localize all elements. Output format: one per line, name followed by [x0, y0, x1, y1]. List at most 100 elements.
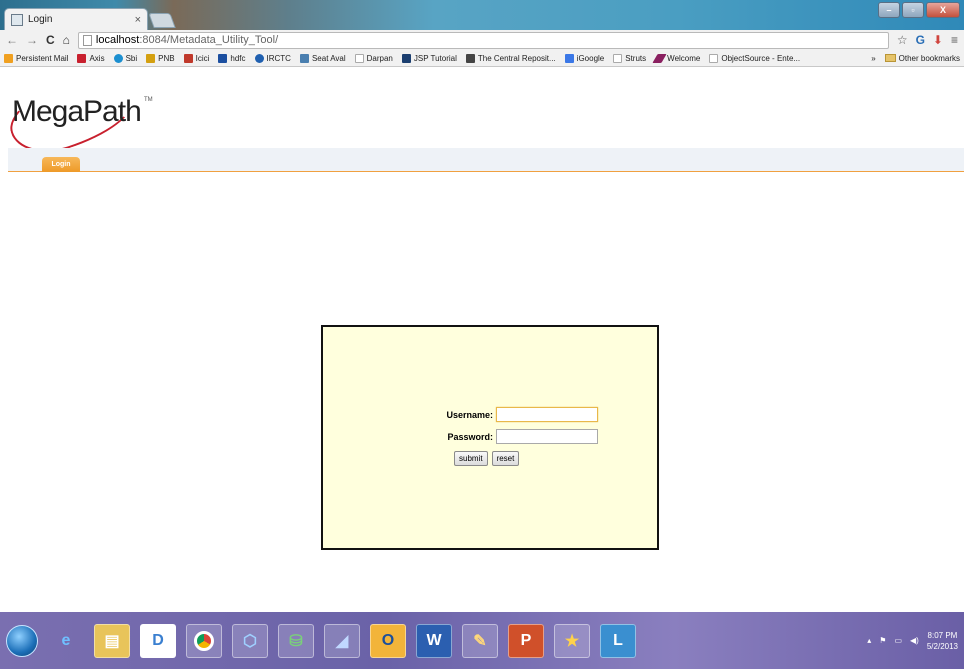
- bookmark-icon: [113, 53, 123, 63]
- bookmark-label: Persistent Mail: [16, 53, 69, 63]
- clock[interactable]: 8:07 PM 5/2/2013: [927, 630, 958, 652]
- minimize-button[interactable]: –: [878, 2, 900, 18]
- action-center-flag-icon[interactable]: ⚑: [879, 636, 886, 645]
- tray-expand-icon[interactable]: ▴: [867, 636, 871, 645]
- bookmark-icon: [183, 53, 193, 63]
- volume-icon[interactable]: ◀): [910, 636, 919, 645]
- bookmark-icon: [354, 53, 364, 63]
- tab-login[interactable]: Login: [42, 157, 80, 172]
- bookmark-item[interactable]: Sbi: [113, 53, 138, 63]
- bookmarks-overflow-chevron[interactable]: »: [871, 54, 875, 63]
- bookmarks-bar: Persistent Mail Axis Sbi PNB Icici hdfc …: [0, 50, 964, 67]
- browser-tab[interactable]: Login ×: [4, 8, 148, 30]
- bookmark-item[interactable]: Icici: [183, 53, 210, 63]
- username-label: Username:: [446, 409, 493, 420]
- powerpoint-icon[interactable]: P: [508, 623, 544, 658]
- menu-icon[interactable]: ≡: [951, 33, 958, 47]
- username-row: Username:: [433, 407, 598, 422]
- bookmark-label: Darpan: [366, 53, 393, 63]
- eclipse-icon[interactable]: ◢: [324, 623, 360, 658]
- bookmark-item[interactable]: Darpan: [354, 53, 393, 63]
- menu-bar: Login: [8, 148, 964, 172]
- app-d-icon[interactable]: D: [140, 623, 176, 658]
- bookmark-item[interactable]: ObjectSource - Ente...: [709, 53, 801, 63]
- window-controls: – ▫ X: [878, 2, 960, 18]
- new-tab-button[interactable]: [148, 13, 176, 28]
- database-icon[interactable]: ⛁: [278, 623, 314, 658]
- extension-icon[interactable]: G: [916, 33, 925, 47]
- bookmark-label: ObjectSource - Ente...: [721, 53, 801, 63]
- bookmark-label: IRCTC: [266, 53, 291, 63]
- bookmark-icon: [652, 53, 667, 63]
- other-bookmarks-label: Other bookmarks: [898, 53, 960, 63]
- bookmark-item[interactable]: IRCTC: [254, 53, 291, 63]
- password-input[interactable]: [496, 429, 598, 444]
- lync-icon[interactable]: L: [600, 623, 636, 658]
- bookmark-icon: [709, 53, 719, 63]
- bookmark-label: Sbi: [125, 53, 138, 63]
- bookmark-icon: [299, 53, 309, 63]
- page-icon: [82, 34, 92, 46]
- bookmark-item[interactable]: The Central Reposit...: [465, 53, 556, 63]
- close-window-button[interactable]: X: [926, 2, 960, 18]
- paint-icon[interactable]: ✎: [462, 623, 498, 658]
- address-bar[interactable]: localhost :8084/Metadata_Utility_Tool/: [77, 31, 889, 49]
- bookmark-label: Icici: [195, 53, 210, 63]
- address-host: localhost: [95, 34, 140, 46]
- download-icon[interactable]: ⬇: [933, 33, 943, 47]
- internet-explorer-icon[interactable]: e: [48, 624, 84, 658]
- megapath-logo: MegaPath TM: [1, 63, 153, 164]
- star-app-icon[interactable]: ★: [554, 623, 590, 658]
- password-row: Password:: [433, 429, 598, 444]
- file-explorer-icon[interactable]: ▤: [94, 623, 130, 658]
- reload-icon[interactable]: C: [46, 33, 55, 47]
- bookmark-star-icon[interactable]: ☆: [897, 33, 908, 47]
- bookmark-item[interactable]: JSP Tutorial: [401, 53, 457, 63]
- bookmark-icon: [401, 53, 411, 63]
- bookmark-label: Welcome: [667, 53, 701, 63]
- bookmark-icon: [465, 53, 475, 63]
- bookmark-item[interactable]: PNB: [146, 53, 175, 63]
- bookmark-icon: [564, 53, 574, 63]
- other-bookmarks-folder[interactable]: Other bookmarks: [884, 53, 960, 63]
- tab-title: Login: [28, 14, 53, 25]
- system-tray: ▴ ⚑ ▭ ◀) 8:07 PM 5/2/2013: [867, 630, 958, 652]
- logo-text: MegaPath: [12, 95, 142, 128]
- bookmark-item[interactable]: hdfc: [218, 53, 246, 63]
- bookmark-item[interactable]: Seat Aval: [299, 53, 346, 63]
- browser-navbar: ← → C ⌂ localhost :8084/Metadata_Utility…: [0, 30, 964, 50]
- forward-arrow-icon[interactable]: →: [26, 33, 38, 47]
- bookmark-item[interactable]: Struts: [613, 53, 647, 63]
- chrome-icon[interactable]: [186, 623, 222, 658]
- bookmark-label: JSP Tutorial: [413, 53, 457, 63]
- outlook-icon[interactable]: O: [370, 623, 406, 658]
- bookmark-icon: [218, 53, 228, 63]
- form-buttons: submit reset: [454, 451, 520, 466]
- bookmark-label: Struts: [625, 53, 647, 63]
- page-favicon-icon: [11, 13, 23, 26]
- word-icon[interactable]: W: [416, 623, 452, 658]
- bookmark-item[interactable]: Axis: [77, 53, 105, 63]
- submit-button[interactable]: submit: [454, 451, 488, 466]
- username-input[interactable]: [496, 407, 598, 422]
- clock-time: 8:07 PM: [927, 630, 958, 640]
- bookmark-icon: [146, 53, 156, 63]
- clock-date: 5/2/2013: [926, 641, 958, 651]
- bookmark-icon: [613, 53, 623, 63]
- back-arrow-icon[interactable]: ←: [6, 33, 18, 47]
- virtualbox-icon[interactable]: ⬡: [232, 623, 268, 658]
- bookmark-icon: [4, 53, 13, 63]
- home-icon[interactable]: ⌂: [63, 33, 70, 47]
- reset-button[interactable]: reset: [491, 451, 520, 466]
- bookmark-label: Seat Aval: [311, 53, 346, 63]
- bookmark-item[interactable]: Persistent Mail: [4, 53, 69, 63]
- bookmark-item[interactable]: iGoogle: [564, 53, 604, 63]
- tab-close-icon[interactable]: ×: [135, 14, 141, 26]
- maximize-button[interactable]: ▫: [902, 2, 924, 18]
- bookmark-icon: [77, 53, 87, 63]
- bookmark-label: hdfc: [230, 53, 246, 63]
- network-icon[interactable]: ▭: [894, 636, 902, 645]
- start-button[interactable]: [6, 624, 38, 657]
- bookmark-item[interactable]: Welcome: [652, 53, 701, 63]
- bookmark-label: Axis: [89, 53, 105, 63]
